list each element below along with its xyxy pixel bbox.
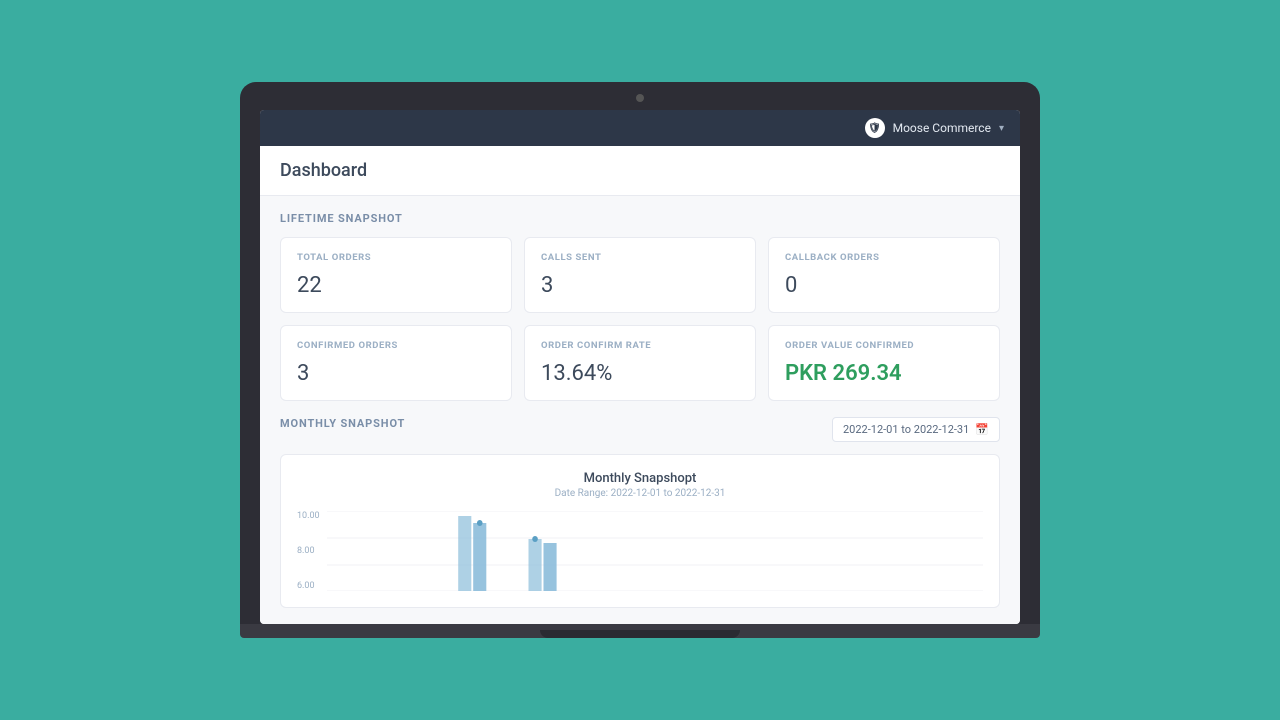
total-orders-card: TOTAL ORDERS 22 (280, 237, 512, 313)
confirmed-orders-card: CONFIRMED ORDERS 3 (280, 325, 512, 401)
chart-bar-4 (543, 543, 556, 591)
confirm-rate-value: 13.64% (541, 361, 739, 386)
laptop-base (240, 624, 1040, 638)
total-orders-value: 22 (297, 273, 495, 298)
confirmed-orders-label: CONFIRMED ORDERS (297, 340, 495, 351)
order-value-card: ORDER VALUE CONFIRMED PKR 269.34 (768, 325, 1000, 401)
chart-title: Monthly Snapshopt (297, 471, 983, 486)
monthly-header: MONTHLY SNAPSHOT 2022-12-01 to 2022-12-3… (280, 417, 1000, 442)
confirmed-orders-value: 3 (297, 361, 495, 386)
chart-point-2 (532, 536, 538, 542)
total-orders-label: TOTAL ORDERS (297, 252, 495, 263)
chart-subtitle: Date Range: 2022-12-01 to 2022-12-31 (297, 488, 983, 499)
y-label-6: 6.00 (297, 581, 325, 591)
calls-sent-card: CALLS SENT 3 (524, 237, 756, 313)
callback-orders-card: CALLBACK ORDERS 0 (768, 237, 1000, 313)
calendar-icon: 📅 (975, 423, 989, 436)
page-header: Dashboard (260, 146, 1020, 196)
stats-row-1: TOTAL ORDERS 22 CALLS SENT 3 CALLBACK OR… (280, 237, 1000, 313)
laptop-frame: 🛡 Moose Commerce ▾ Dashboard LIFETIME SN… (240, 82, 1040, 638)
date-range-picker[interactable]: 2022-12-01 to 2022-12-31 📅 (832, 417, 1000, 442)
laptop-screen: 🛡 Moose Commerce ▾ Dashboard LIFETIME SN… (260, 110, 1020, 624)
lifetime-snapshot-section: LIFETIME SNAPSHOT TOTAL ORDERS 22 CALLS … (280, 212, 1000, 401)
topbar-chevron-icon: ▾ (999, 123, 1004, 134)
brand-name: Moose Commerce (893, 121, 991, 135)
callback-orders-value: 0 (785, 273, 983, 298)
chart-y-labels: 10.00 8.00 6.00 (297, 511, 325, 591)
calls-sent-label: CALLS SENT (541, 252, 739, 263)
chart-bar-3 (528, 539, 541, 591)
main-content: LIFETIME SNAPSHOT TOTAL ORDERS 22 CALLS … (260, 196, 1020, 624)
monthly-snapshot-label: MONTHLY SNAPSHOT (280, 417, 405, 430)
app-topbar: 🛡 Moose Commerce ▾ (260, 110, 1020, 146)
chart-area: 10.00 8.00 6.00 (297, 511, 983, 591)
confirm-rate-label: ORDER CONFIRM RATE (541, 340, 739, 351)
date-range-text: 2022-12-01 to 2022-12-31 (843, 423, 969, 436)
chart-bar-1 (458, 516, 471, 591)
stats-row-2: CONFIRMED ORDERS 3 ORDER CONFIRM RATE 13… (280, 325, 1000, 401)
confirm-rate-card: ORDER CONFIRM RATE 13.64% (524, 325, 756, 401)
app-content: Dashboard LIFETIME SNAPSHOT TOTAL ORDERS… (260, 146, 1020, 624)
page-title: Dashboard (280, 160, 367, 181)
lifetime-snapshot-label: LIFETIME SNAPSHOT (280, 212, 1000, 225)
brand-logo: 🛡 (865, 118, 885, 138)
chart-svg (327, 511, 983, 591)
monthly-chart-container: Monthly Snapshopt Date Range: 2022-12-01… (280, 454, 1000, 608)
chart-bar-2 (473, 523, 486, 591)
y-label-10: 10.00 (297, 511, 325, 521)
laptop-body: 🛡 Moose Commerce ▾ Dashboard LIFETIME SN… (240, 82, 1040, 624)
y-label-8: 8.00 (297, 546, 325, 556)
laptop-camera (636, 94, 644, 102)
order-value-value: PKR 269.34 (785, 361, 983, 386)
monthly-snapshot-section: MONTHLY SNAPSHOT 2022-12-01 to 2022-12-3… (280, 417, 1000, 608)
order-value-label: ORDER VALUE CONFIRMED (785, 340, 983, 351)
callback-orders-label: CALLBACK ORDERS (785, 252, 983, 263)
chart-point-1 (477, 520, 483, 526)
calls-sent-value: 3 (541, 273, 739, 298)
chart-svg-area (327, 511, 983, 591)
